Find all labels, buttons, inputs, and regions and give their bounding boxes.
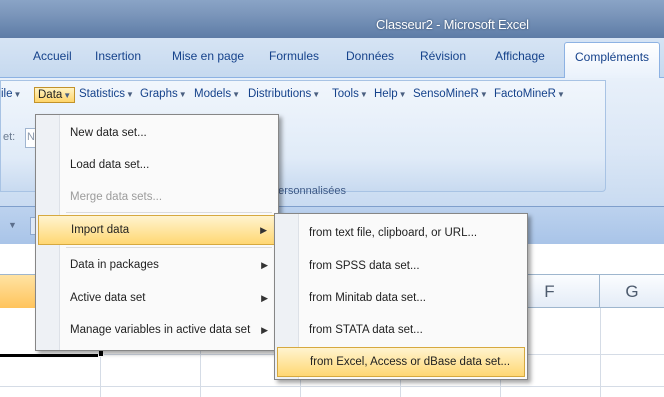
- column-header-g[interactable]: G: [600, 275, 664, 308]
- menu-item-new-data-set[interactable]: New data set...: [38, 118, 276, 148]
- dataset-label: et:: [3, 131, 16, 143]
- menu-models[interactable]: Models▼: [194, 88, 240, 100]
- menu-tools[interactable]: Tools▼: [332, 88, 368, 100]
- submenu-arrow-icon: ▶: [261, 325, 268, 335]
- tab-complements[interactable]: Compléments: [564, 42, 661, 79]
- menu-item-from-stata[interactable]: from STATA data set...: [277, 315, 525, 345]
- dropdown-arrow-icon[interactable]: ▼: [8, 220, 17, 230]
- menu-item-from-minitab[interactable]: from Minitab data set...: [277, 283, 525, 313]
- menu-data[interactable]: Data▼: [34, 87, 76, 103]
- submenu-arrow-icon: ▶: [261, 293, 268, 303]
- dropdown-arrow-icon: ▼: [479, 90, 488, 99]
- grid-col-line: [600, 308, 601, 397]
- menu-item-data-in-packages[interactable]: Data in packages ▶: [38, 250, 276, 280]
- menu-separator: [66, 247, 272, 248]
- dropdown-arrow-icon: ▼: [232, 90, 240, 99]
- dropdown-arrow-icon: ▼: [398, 90, 407, 99]
- menu-item-active-data-set[interactable]: Active data set ▶: [38, 283, 276, 313]
- menu-file[interactable]: ile▼: [1, 88, 21, 100]
- ribbon-group-label: personnalisées: [272, 185, 346, 197]
- menu-item-load-data-set[interactable]: Load data set...: [38, 150, 276, 180]
- menu-item-import-data[interactable]: Import data ▶: [38, 215, 276, 245]
- window-title: Classeur2 - Microsoft Excel: [376, 17, 529, 32]
- dropdown-arrow-icon: ▼: [13, 90, 22, 99]
- menu-item-from-text-file[interactable]: from text file, clipboard, or URL...: [277, 218, 525, 248]
- tab-insertion[interactable]: Insertion: [95, 49, 141, 63]
- tab-formules[interactable]: Formules: [269, 49, 319, 63]
- menu-factominer[interactable]: FactoMineR▼: [494, 88, 565, 100]
- tab-mise-en-page[interactable]: Mise en page: [172, 49, 244, 63]
- menu-item-merge-data-sets: Merge data sets...: [70, 191, 163, 203]
- dropdown-arrow-icon: ▼: [178, 90, 187, 99]
- ribbon-tab-row: Accueil Insertion Mise en page Formules …: [0, 38, 664, 79]
- active-cell-border: [0, 354, 102, 357]
- dropdown-arrow-icon: ▼: [359, 90, 368, 99]
- menu-graphs[interactable]: Graphs▼: [140, 88, 187, 100]
- dropdown-arrow-icon: ▼: [312, 90, 321, 99]
- fill-handle[interactable]: [98, 350, 104, 357]
- submenu-arrow-icon: ▶: [260, 225, 267, 235]
- submenu-arrow-icon: ▶: [261, 260, 268, 270]
- menu-help[interactable]: Help▼: [374, 88, 407, 100]
- title-bar: Classeur2 - Microsoft Excel: [0, 0, 664, 38]
- menu-item-manage-variables[interactable]: Manage variables in active data set ▶: [38, 315, 276, 345]
- dropdown-arrow-icon: ▼: [63, 91, 72, 100]
- tab-accueil[interactable]: Accueil: [33, 49, 72, 63]
- menu-item-from-spss[interactable]: from SPSS data set...: [277, 251, 525, 281]
- tab-affichage[interactable]: Affichage: [495, 49, 545, 63]
- menu-item-from-excel-access-dbase[interactable]: from Excel, Access or dBase data set...: [277, 347, 525, 377]
- menu-distributions[interactable]: Distributions▼: [248, 88, 320, 100]
- tab-revision[interactable]: Révision: [420, 49, 466, 63]
- dropdown-arrow-icon: ▼: [126, 90, 134, 99]
- dropdown-arrow-icon: ▼: [557, 90, 565, 99]
- data-dropdown-menu: New data set... Load data set... Merge d…: [35, 114, 279, 351]
- menu-separator: [66, 212, 272, 213]
- menu-sensominer[interactable]: SensoMineR▼: [413, 88, 488, 100]
- tab-donnees[interactable]: Données: [346, 49, 394, 63]
- menu-statistics[interactable]: Statistics▼: [79, 88, 134, 100]
- import-data-submenu: from text file, clipboard, or URL... fro…: [274, 213, 528, 380]
